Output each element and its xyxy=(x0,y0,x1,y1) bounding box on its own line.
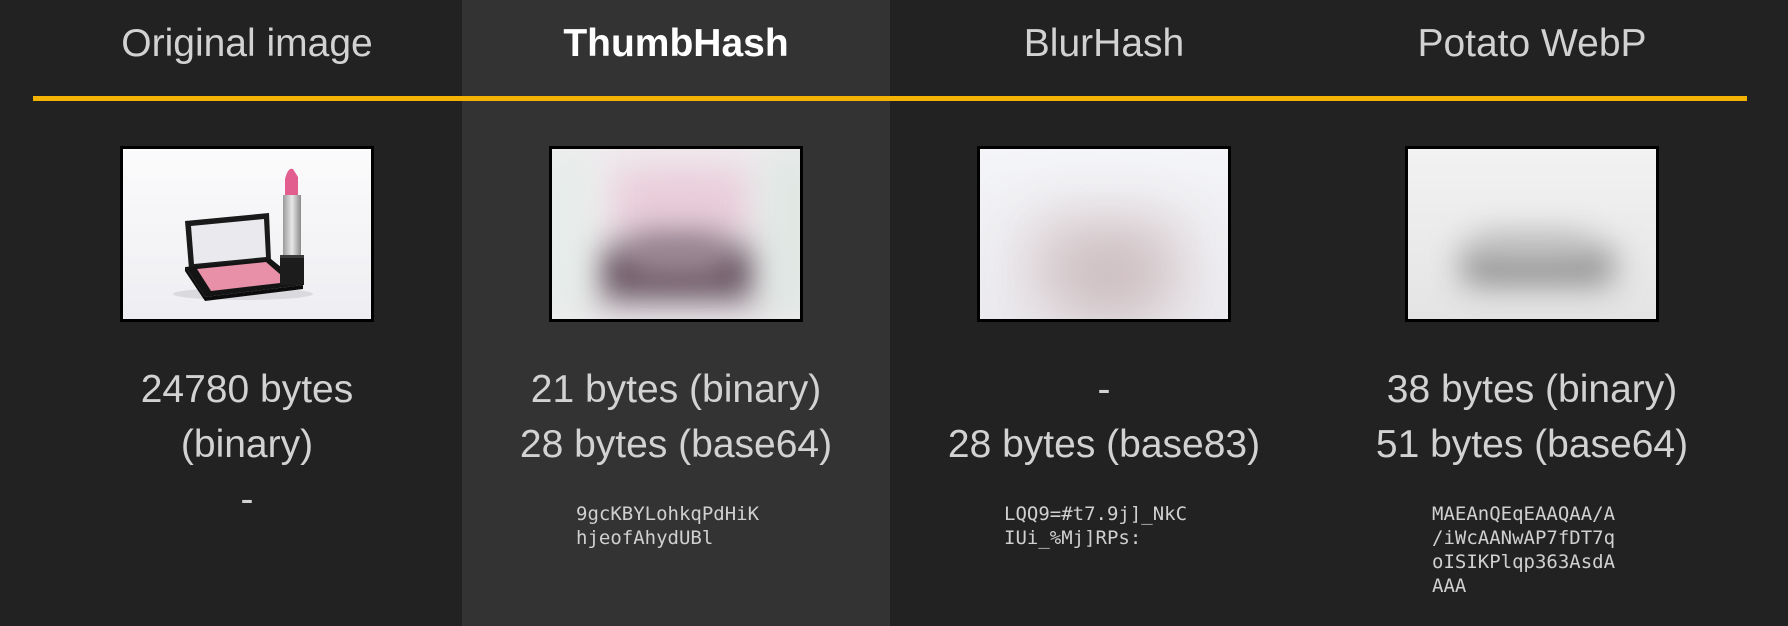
size-line-1: 21 bytes (binary) xyxy=(530,368,822,411)
hash-string-blurhash: LQQ9=#t7.9j]_NkC IUi_%Mj]RPs: xyxy=(1004,503,1188,549)
size-line-1: - xyxy=(1097,368,1111,411)
lipstick-compact-image xyxy=(123,149,371,319)
size-line-2: (binary) xyxy=(180,423,314,466)
column-title-thumbhash: ThumbHash xyxy=(563,22,789,65)
size-info-thumbhash: 21 bytes (binary) 28 bytes (base64) xyxy=(462,362,890,472)
original-image xyxy=(120,146,374,322)
hash-string-potato-webp: MAEAnQEqEAAQAA/A /iWcAANwAP7fDT7q oISIKP… xyxy=(1432,503,1616,597)
size-info-potato-webp: 38 bytes (binary) 51 bytes (base64) xyxy=(1318,362,1746,472)
column-title-original: Original image xyxy=(121,22,373,65)
column-original: Original image 24780 bytes (binary) - xyxy=(33,0,461,626)
size-info-original: 24780 bytes (binary) - xyxy=(0,362,494,527)
thumbhash-preview xyxy=(549,146,803,322)
size-line-1: 38 bytes (binary) xyxy=(1386,368,1678,411)
blurhash-preview xyxy=(977,146,1231,322)
column-potato-webp: Potato WebP 38 bytes (binary) 51 bytes (… xyxy=(1318,0,1746,626)
column-blurhash: BlurHash - 28 bytes (base83) LQQ9=#t7.9j… xyxy=(890,0,1318,626)
size-line-1: 24780 bytes xyxy=(140,368,354,411)
size-line-2: 28 bytes (base83) xyxy=(947,423,1261,466)
size-line-2: 51 bytes (base64) xyxy=(1375,423,1689,466)
column-thumbhash: ThumbHash 21 bytes (binary) 28 bytes (ba… xyxy=(462,0,890,626)
webp-preview xyxy=(1405,146,1659,322)
header-divider xyxy=(33,96,1747,101)
column-title-potato-webp: Potato WebP xyxy=(1417,22,1647,65)
hash-string-thumbhash: 9gcKBYLohkqPdHiK hjeofAhydUBl xyxy=(576,503,760,549)
size-info-blurhash: - 28 bytes (base83) xyxy=(890,362,1318,472)
size-line-2: 28 bytes (base64) xyxy=(519,423,833,466)
size-line-3: - xyxy=(240,478,254,521)
column-title-blurhash: BlurHash xyxy=(1023,22,1185,65)
